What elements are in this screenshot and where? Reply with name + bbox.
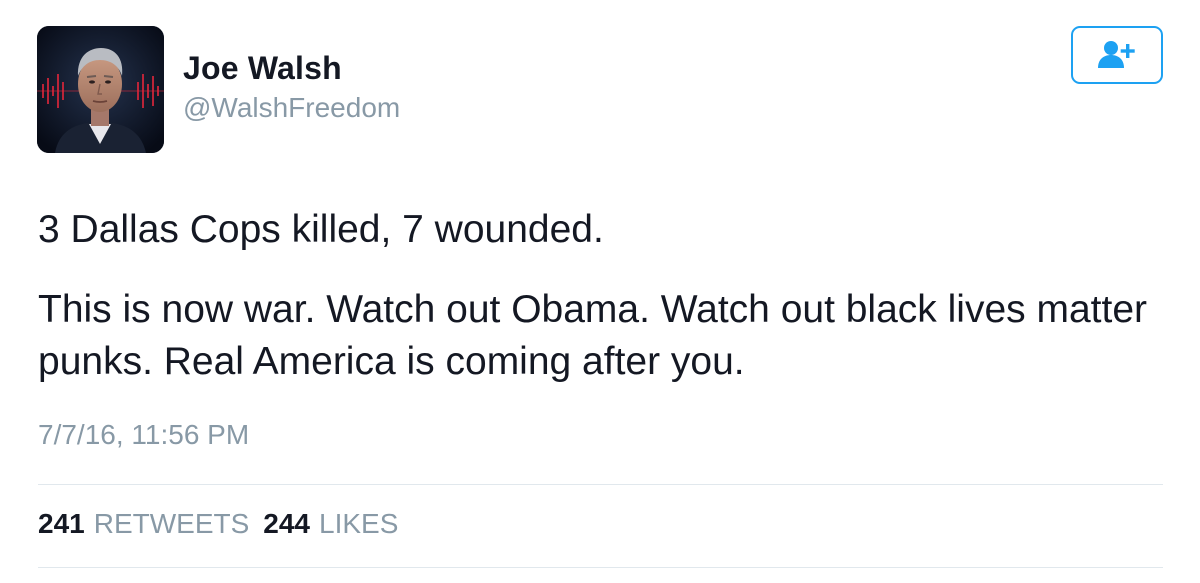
retweets-count: 241: [38, 508, 85, 539]
retweets-stat[interactable]: 241 RETWEETS: [38, 508, 249, 540]
tweet-text-line-2: This is now war. Watch out Obama. Watch …: [38, 288, 1148, 383]
follow-button[interactable]: [1071, 26, 1163, 84]
tweet-card: Joe Walsh @WalshFreedom 3 Dallas Cops ki…: [0, 0, 1200, 583]
tweet-text-line-1: 3 Dallas Cops killed, 7 wounded.: [38, 208, 604, 251]
tweet-stats: 241 RETWEETS 244 LIKES: [38, 508, 412, 540]
divider: [38, 484, 1163, 485]
retweets-label: RETWEETS: [93, 508, 250, 539]
avatar[interactable]: [37, 26, 164, 153]
divider: [38, 567, 1163, 568]
add-user-icon: [1096, 38, 1138, 73]
likes-label: LIKES: [319, 508, 399, 539]
avatar-portrait: [37, 26, 164, 153]
author-handle[interactable]: @WalshFreedom: [183, 92, 400, 124]
tweet-timestamp[interactable]: 7/7/16, 11:56 PM: [38, 419, 249, 451]
likes-count: 244: [263, 508, 310, 539]
likes-stat[interactable]: 244 LIKES: [263, 508, 398, 540]
author-name[interactable]: Joe Walsh: [183, 50, 342, 87]
